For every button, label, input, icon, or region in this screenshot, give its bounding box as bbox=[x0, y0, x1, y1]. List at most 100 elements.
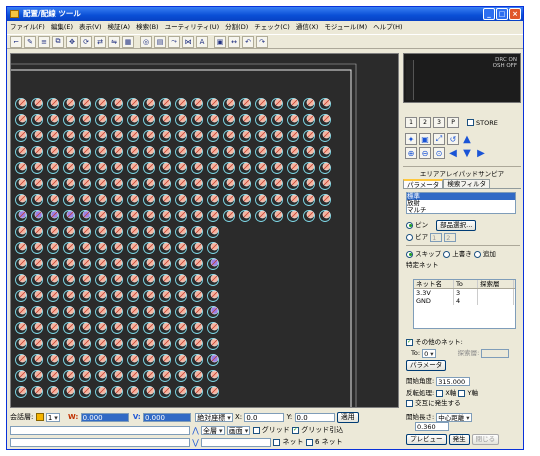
pad[interactable] bbox=[175, 306, 187, 318]
pad[interactable] bbox=[111, 306, 123, 318]
pad[interactable] bbox=[271, 146, 283, 158]
pad[interactable] bbox=[15, 338, 27, 350]
menu-item[interactable]: ヘルプ(H) bbox=[373, 21, 402, 33]
pad[interactable] bbox=[31, 322, 43, 334]
pad[interactable] bbox=[175, 146, 187, 158]
pad[interactable] bbox=[31, 338, 43, 350]
pad[interactable] bbox=[127, 370, 139, 382]
pad[interactable] bbox=[191, 370, 203, 382]
pad[interactable] bbox=[127, 338, 139, 350]
pad[interactable] bbox=[47, 194, 59, 206]
pad[interactable] bbox=[95, 354, 107, 366]
pad[interactable] bbox=[191, 98, 203, 110]
pad[interactable] bbox=[95, 258, 107, 270]
pad[interactable] bbox=[127, 210, 139, 222]
pad[interactable] bbox=[111, 290, 123, 302]
pad[interactable] bbox=[31, 386, 43, 398]
pad[interactable] bbox=[175, 322, 187, 334]
pad[interactable] bbox=[127, 354, 139, 366]
pad[interactable] bbox=[143, 210, 155, 222]
pad[interactable] bbox=[271, 178, 283, 190]
pad[interactable] bbox=[111, 274, 123, 286]
pad[interactable] bbox=[239, 210, 251, 222]
pad[interactable] bbox=[15, 274, 27, 286]
pad[interactable] bbox=[31, 162, 43, 174]
table-row[interactable]: 3.3V 3 bbox=[414, 289, 515, 297]
pad[interactable] bbox=[223, 114, 235, 126]
pad[interactable] bbox=[15, 114, 27, 126]
pad[interactable] bbox=[319, 210, 331, 222]
pad[interactable] bbox=[79, 338, 91, 350]
pad[interactable] bbox=[303, 162, 315, 174]
pad[interactable] bbox=[95, 242, 107, 254]
pad[interactable] bbox=[159, 162, 171, 174]
pad[interactable] bbox=[143, 162, 155, 174]
pad[interactable] bbox=[79, 226, 91, 238]
pad[interactable] bbox=[95, 338, 107, 350]
pad[interactable] bbox=[191, 194, 203, 206]
pad[interactable] bbox=[159, 242, 171, 254]
redo-icon[interactable]: ↷ bbox=[256, 35, 268, 48]
preview-button[interactable]: プレビュー bbox=[406, 434, 447, 445]
layer-dropdown[interactable]: 1 bbox=[45, 412, 60, 422]
pad[interactable] bbox=[159, 290, 171, 302]
pad[interactable] bbox=[63, 258, 75, 270]
pad[interactable] bbox=[15, 178, 27, 190]
pad[interactable] bbox=[159, 146, 171, 158]
pad[interactable] bbox=[159, 306, 171, 318]
pad[interactable] bbox=[79, 130, 91, 142]
pad[interactable] bbox=[63, 98, 75, 110]
pad[interactable] bbox=[175, 162, 187, 174]
pan-left-icon[interactable]: ◀ bbox=[447, 147, 459, 159]
pad[interactable] bbox=[207, 114, 219, 126]
pad[interactable] bbox=[47, 242, 59, 254]
pad[interactable] bbox=[143, 130, 155, 142]
pad[interactable] bbox=[111, 386, 123, 398]
pan-up-icon[interactable]: ▲ bbox=[461, 133, 473, 145]
menu-item[interactable]: 検証(A) bbox=[108, 21, 131, 33]
pad[interactable] bbox=[175, 274, 187, 286]
pad[interactable] bbox=[63, 338, 75, 350]
pad[interactable] bbox=[95, 386, 107, 398]
menu-item[interactable]: 表示(V) bbox=[79, 21, 102, 33]
pad[interactable] bbox=[207, 194, 219, 206]
generate-button[interactable]: 発生 bbox=[448, 434, 470, 445]
pad[interactable] bbox=[47, 338, 59, 350]
pad[interactable] bbox=[95, 130, 107, 142]
pad[interactable] bbox=[159, 386, 171, 398]
layer-p-button[interactable]: P bbox=[447, 117, 459, 128]
via-radio[interactable] bbox=[406, 233, 413, 241]
pad[interactable] bbox=[127, 242, 139, 254]
apply-button[interactable]: 適用 bbox=[336, 412, 359, 423]
pad[interactable] bbox=[239, 162, 251, 174]
flip-icon[interactable]: ⇄ bbox=[94, 35, 106, 48]
pad[interactable] bbox=[175, 194, 187, 206]
pad[interactable] bbox=[15, 146, 27, 158]
pad[interactable] bbox=[111, 226, 123, 238]
pad[interactable] bbox=[175, 114, 187, 126]
pad[interactable] bbox=[47, 258, 59, 270]
pad[interactable] bbox=[31, 306, 43, 318]
pad[interactable] bbox=[127, 98, 139, 110]
pad[interactable] bbox=[63, 354, 75, 366]
pad[interactable] bbox=[143, 194, 155, 206]
menu-item[interactable]: ユーティリティ(U) bbox=[165, 21, 220, 33]
pad[interactable] bbox=[15, 290, 27, 302]
pad[interactable] bbox=[159, 354, 171, 366]
pad[interactable] bbox=[47, 210, 59, 222]
pad[interactable] bbox=[191, 114, 203, 126]
measure-icon[interactable]: ↔ bbox=[228, 35, 240, 48]
pad[interactable] bbox=[143, 354, 155, 366]
pad[interactable] bbox=[111, 194, 123, 206]
pad[interactable] bbox=[79, 274, 91, 286]
pad[interactable] bbox=[223, 146, 235, 158]
pad[interactable] bbox=[47, 290, 59, 302]
pad[interactable] bbox=[303, 178, 315, 190]
alternate-checkbox[interactable] bbox=[406, 399, 413, 407]
pad[interactable] bbox=[95, 114, 107, 126]
pad[interactable] bbox=[303, 146, 315, 158]
pad[interactable] bbox=[31, 242, 43, 254]
pad[interactable] bbox=[63, 130, 75, 142]
store-checkbox[interactable] bbox=[467, 119, 474, 126]
pad[interactable] bbox=[303, 98, 315, 110]
